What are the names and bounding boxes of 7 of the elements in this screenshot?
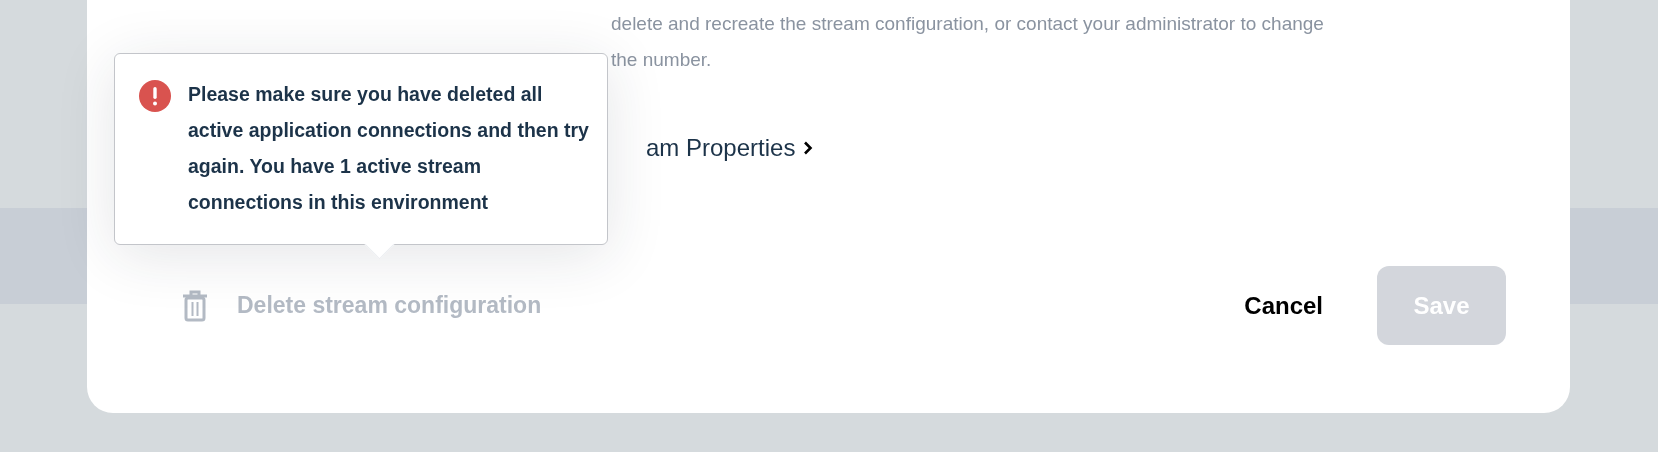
chevron-icon <box>803 141 814 155</box>
description-text: delete and recreate the stream configuration, or contact your administrator to change the number. <box>611 12 1325 72</box>
tooltip-message: Please make sure you have deleted all active application connections and then try again. You have 1 active stream connections in this environment <box>188 82 590 215</box>
cancel-button[interactable]: Cancel <box>1238 290 1329 321</box>
properties-link[interactable]: am Properties <box>646 134 814 162</box>
trash-icon <box>181 288 209 323</box>
error-icon <box>139 80 171 112</box>
